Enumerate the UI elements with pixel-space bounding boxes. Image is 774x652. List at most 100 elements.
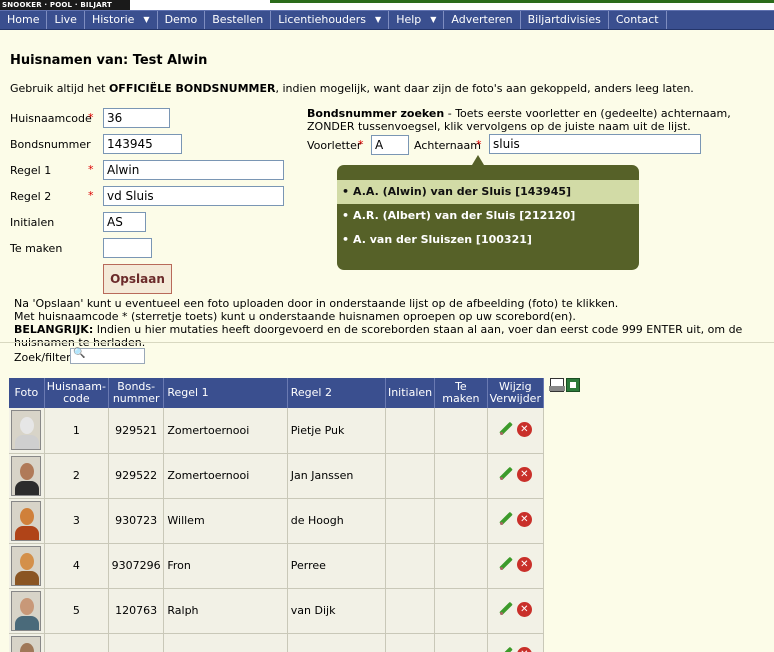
cell-bondsnummer bbox=[108, 633, 165, 652]
cell-huisnaamcode: 5 bbox=[44, 588, 109, 634]
row-actions: ✕ bbox=[499, 421, 532, 437]
player-photo[interactable] bbox=[11, 545, 42, 586]
col-foto[interactable]: Foto bbox=[9, 378, 45, 408]
nav-help[interactable]: Help ▼ bbox=[389, 11, 445, 29]
cell-actions: ✕ bbox=[487, 588, 545, 634]
initialen-input[interactable] bbox=[103, 212, 146, 232]
col-temaken[interactable]: Te maken bbox=[434, 378, 488, 408]
chevron-down-icon: ▼ bbox=[375, 15, 382, 24]
col-regel1[interactable]: Regel 1 bbox=[163, 378, 288, 408]
cell-foto bbox=[9, 543, 45, 589]
col-actions: Wijzig Verwijder bbox=[487, 378, 545, 408]
edit-pencil-icon[interactable] bbox=[499, 647, 513, 652]
row-actions: ✕ bbox=[499, 511, 532, 527]
nav-live[interactable]: Live bbox=[47, 11, 85, 29]
table-header-row: Foto Huisnaam-code Bonds-nummer Regel 1 … bbox=[9, 378, 545, 408]
row-actions: ✕ bbox=[499, 466, 532, 482]
col-regel2[interactable]: Regel 2 bbox=[287, 378, 386, 408]
save-button[interactable]: Opslaan bbox=[103, 264, 172, 294]
cell-foto bbox=[9, 453, 45, 499]
col-bondsnummer[interactable]: Bonds-nummer bbox=[108, 378, 165, 408]
col-huisnaamcode[interactable]: Huisnaam-code bbox=[44, 378, 109, 408]
photo-head bbox=[20, 642, 35, 652]
page-title: Huisnamen van: Test Alwin bbox=[10, 53, 208, 68]
photo-head bbox=[20, 507, 35, 525]
cell-temaken bbox=[434, 498, 488, 544]
edit-pencil-icon[interactable] bbox=[499, 602, 513, 616]
player-photo[interactable] bbox=[11, 455, 42, 496]
voorletter-input[interactable] bbox=[371, 135, 409, 155]
regel1-input[interactable] bbox=[103, 160, 284, 180]
cell-actions: ✕ bbox=[487, 453, 545, 499]
export-icons bbox=[549, 378, 580, 392]
table-row: 3 930723 Willem de Hoogh ✕ bbox=[9, 498, 545, 544]
edit-pencil-icon[interactable] bbox=[499, 512, 513, 526]
cell-regel1: Zomertoernooi bbox=[163, 453, 288, 499]
cell-actions: ✕ bbox=[487, 498, 545, 544]
section-divider bbox=[0, 342, 774, 343]
bondsnummer-input[interactable] bbox=[103, 134, 182, 154]
table-row: 4 9307296 Fron Perree ✕ bbox=[9, 543, 545, 589]
autocomplete-option[interactable]: • A.A. (Alwin) van der Sluis [143945] bbox=[337, 180, 639, 204]
excel-export-icon[interactable] bbox=[566, 378, 580, 392]
site-logo[interactable]: SNOOKER · POOL · BILJART bbox=[0, 0, 130, 10]
cell-temaken bbox=[434, 408, 488, 454]
player-photo[interactable] bbox=[11, 590, 42, 631]
voorletter-label: Voorletter bbox=[307, 139, 362, 152]
photo-body bbox=[15, 435, 40, 450]
cell-initialen bbox=[385, 408, 436, 454]
row-actions: ✕ bbox=[499, 556, 532, 572]
bullet-icon: • bbox=[342, 185, 350, 198]
player-photo[interactable] bbox=[11, 635, 42, 652]
table-row: 1 929521 Zomertoernooi Pietje Puk ✕ bbox=[9, 408, 545, 454]
nav-adverteren[interactable]: Adverteren bbox=[444, 11, 521, 29]
nav-licentiehouders[interactable]: Licentiehouders ▼ bbox=[271, 11, 390, 29]
autocomplete-option[interactable]: • A.R. (Albert) van der Sluis [212120] bbox=[337, 204, 639, 228]
delete-icon[interactable]: ✕ bbox=[516, 421, 532, 437]
nav-home[interactable]: Home bbox=[0, 11, 48, 29]
photo-body bbox=[15, 570, 40, 585]
player-photo[interactable] bbox=[11, 500, 42, 541]
table-row: 5 120763 Ralph van Dijk ✕ bbox=[9, 588, 545, 634]
delete-icon[interactable]: ✕ bbox=[516, 601, 532, 617]
delete-icon[interactable]: ✕ bbox=[516, 511, 532, 527]
bullet-icon: • bbox=[342, 209, 350, 222]
cell-initialen bbox=[385, 453, 436, 499]
print-icon[interactable] bbox=[549, 378, 565, 392]
nav-bestellen[interactable]: Bestellen bbox=[205, 11, 272, 29]
edit-pencil-icon[interactable] bbox=[499, 557, 513, 571]
cell-regel1 bbox=[163, 633, 288, 652]
nav-biljartdivisies[interactable]: Biljartdivisies bbox=[521, 11, 609, 29]
col-initialen[interactable]: Initialen bbox=[385, 378, 436, 408]
filter-input[interactable]: 🔍 bbox=[70, 348, 145, 364]
temaken-input[interactable] bbox=[103, 238, 152, 258]
delete-icon[interactable]: ✕ bbox=[516, 646, 532, 652]
table-row: 2 929522 Zomertoernooi Jan Janssen ✕ bbox=[9, 453, 545, 499]
photo-body bbox=[15, 480, 40, 495]
delete-icon[interactable]: ✕ bbox=[516, 466, 532, 482]
delete-icon[interactable]: ✕ bbox=[516, 556, 532, 572]
nav-contact[interactable]: Contact bbox=[609, 11, 667, 29]
achternaam-input[interactable] bbox=[489, 134, 701, 154]
huisnaamcode-label: Huisnaamcode bbox=[10, 112, 92, 125]
intro-text: Gebruik altijd het OFFICIËLE BONDSNUMMER… bbox=[10, 82, 694, 95]
edit-pencil-icon[interactable] bbox=[499, 467, 513, 481]
photo-body bbox=[15, 525, 40, 540]
cell-temaken bbox=[434, 453, 488, 499]
nav-historie[interactable]: Historie ▼ bbox=[85, 11, 158, 29]
player-photo[interactable] bbox=[11, 410, 42, 451]
cell-bondsnummer: 930723 bbox=[108, 498, 165, 544]
cell-regel2: de Hoogh bbox=[287, 498, 386, 544]
edit-pencil-icon[interactable] bbox=[499, 422, 513, 436]
regel2-input[interactable] bbox=[103, 186, 284, 206]
nav-demo[interactable]: Demo bbox=[158, 11, 206, 29]
cell-regel2 bbox=[287, 633, 386, 652]
required-marker: * bbox=[476, 138, 482, 151]
autocomplete-option[interactable]: • A. van der Sluiszen [100321] bbox=[337, 228, 639, 252]
cell-regel2: van Dijk bbox=[287, 588, 386, 634]
bullet-icon: • bbox=[342, 233, 350, 246]
required-marker: * bbox=[358, 138, 364, 151]
huisnaamcode-input[interactable] bbox=[103, 108, 170, 128]
cell-regel1: Ralph bbox=[163, 588, 288, 634]
table-row: ✕ bbox=[9, 633, 545, 652]
